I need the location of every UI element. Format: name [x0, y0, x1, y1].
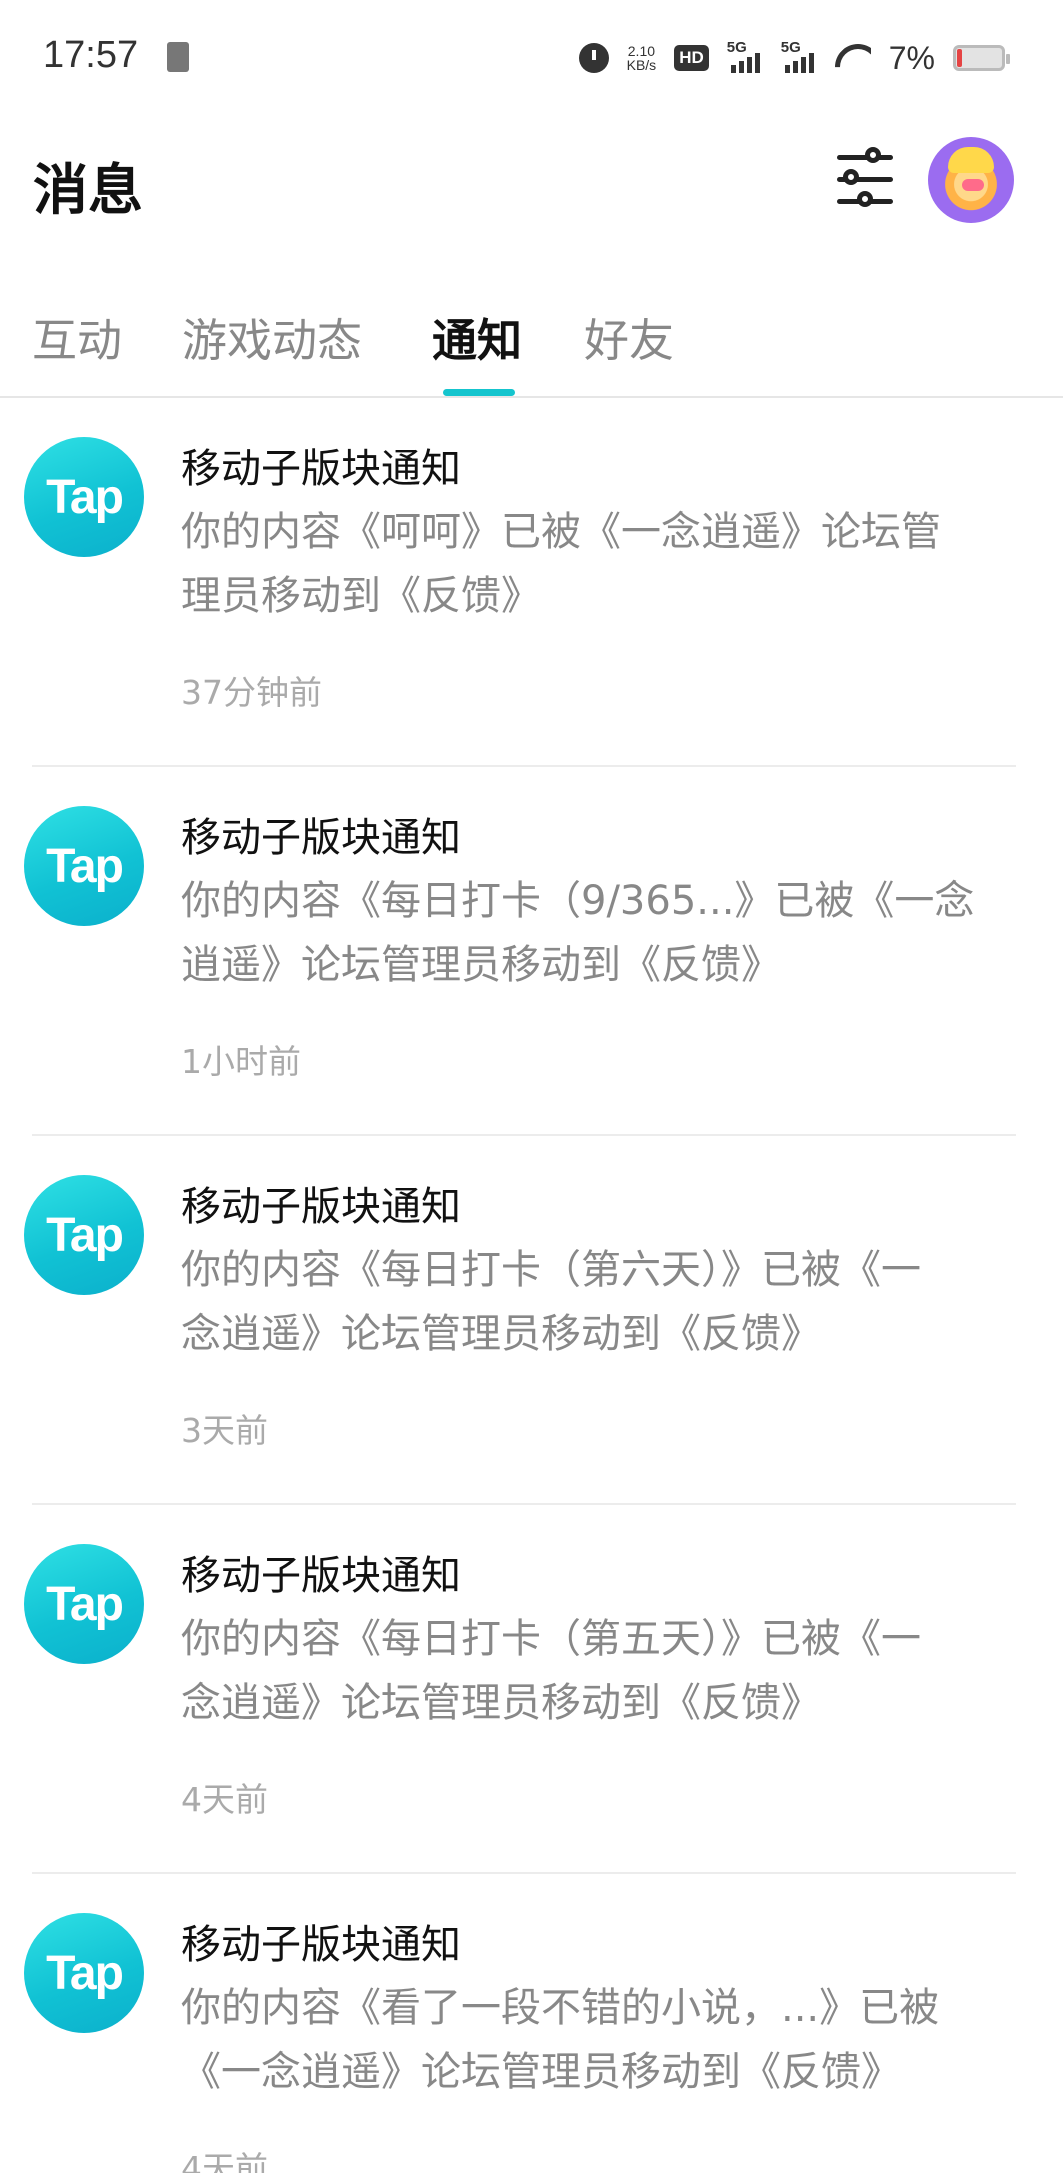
notification-list: Tap 移动子版块通知 你的内容《呵呵》已被《一念逍遥》论坛管 理员移动到《反馈…: [0, 398, 1063, 2173]
battery-percent: 7%: [888, 39, 935, 76]
list-item[interactable]: Tap 移动子版块通知 你的内容《每日打卡（第五天）》已被《一 念逍遥》论坛管理…: [0, 1505, 1063, 1874]
notification-body-line: 你的内容《每日打卡（第五天）》已被《一: [181, 1616, 921, 1662]
list-item[interactable]: Tap 移动子版块通知 你的内容《每日打卡（第六天）》已被《一 念逍遥》论坛管理…: [0, 1136, 1063, 1505]
list-item[interactable]: Tap 移动子版块通知 你的内容《每日打卡（9/365...》已被《一念 逍遥》…: [0, 767, 1063, 1136]
notification-body-line: 你的内容《每日打卡（9/365...》已被《一念: [181, 878, 975, 924]
page-header: 消息: [0, 115, 1063, 245]
logo-text: Tap: [46, 470, 124, 524]
wifi-icon: [835, 44, 871, 72]
tab-interaction[interactable]: 互动: [32, 304, 122, 369]
notification-title: 移动子版块通知: [181, 1922, 461, 1968]
tab-bar: 互动 游戏动态 通知 好友: [0, 290, 1063, 398]
battery-icon: [953, 45, 1010, 71]
logo-text: Tap: [46, 1208, 124, 1262]
status-bar: 17:57 2.10 KB/s HD 5G 5G 7%: [0, 0, 1063, 115]
notification-body-line: 理员移动到《反馈》: [181, 573, 541, 619]
signal-type-label: 5G: [726, 39, 747, 56]
tab-notifications[interactable]: 通知: [432, 304, 522, 369]
notification-time: 4天前: [181, 1780, 268, 1819]
network-speed-unit: KB/s: [626, 57, 657, 73]
notification-time: 4天前: [181, 2149, 268, 2173]
notification-title: 移动子版块通知: [181, 446, 461, 492]
notification-body-line: 《一念逍遥》论坛管理员移动到《反馈》: [181, 2049, 901, 2095]
notification-body: 你的内容《每日打卡（9/365...》已被《一念 逍遥》论坛管理员移动到《反馈》: [181, 869, 1011, 997]
network-speed-value: 2.10: [627, 43, 656, 59]
notification-body-line: 念逍遥》论坛管理员移动到《反馈》: [181, 1311, 821, 1357]
status-icons: 2.10 KB/s HD 5G 5G 7%: [578, 38, 1010, 78]
notification-body-line: 念逍遥》论坛管理员移动到《反馈》: [181, 1680, 821, 1726]
notification-body: 你的内容《每日打卡（第六天）》已被《一 念逍遥》论坛管理员移动到《反馈》: [181, 1238, 1011, 1366]
list-item[interactable]: Tap 移动子版块通知 你的内容《看了一段不错的小说，...》已被 《一念逍遥》…: [0, 1874, 1063, 2173]
notification-time: 37分钟前: [181, 673, 322, 712]
page-title: 消息: [33, 158, 144, 222]
hd-voice-icon: HD: [674, 45, 709, 71]
tap-logo-icon: Tap: [24, 1175, 144, 1295]
logo-text: Tap: [46, 1946, 124, 2000]
notification-body: 你的内容《呵呵》已被《一念逍遥》论坛管 理员移动到《反馈》: [181, 500, 1011, 628]
notification-body-line: 你的内容《呵呵》已被《一念逍遥》论坛管: [181, 509, 941, 555]
tab-friends[interactable]: 好友: [584, 304, 674, 369]
notification-title: 移动子版块通知: [181, 1184, 461, 1230]
active-tab-indicator: [443, 389, 515, 396]
tap-logo-icon: Tap: [24, 437, 144, 557]
tap-logo-icon: Tap: [24, 806, 144, 926]
tap-logo-icon: Tap: [24, 1544, 144, 1664]
sim-card-icon: [167, 42, 189, 72]
alarm-icon: [578, 43, 609, 73]
signal-icon-sim1: 5G: [727, 39, 763, 73]
status-time: 17:57: [43, 34, 139, 76]
user-avatar[interactable]: [928, 137, 1014, 223]
notification-body-line: 你的内容《每日打卡（第六天）》已被《一: [181, 1247, 921, 1293]
notification-title: 移动子版块通知: [181, 1553, 461, 1599]
network-speed: 2.10 KB/s: [627, 44, 657, 72]
signal-icon-sim2: 5G: [781, 39, 817, 73]
logo-text: Tap: [46, 1577, 124, 1631]
notification-title: 移动子版块通知: [181, 815, 461, 861]
notification-body: 你的内容《看了一段不错的小说，...》已被 《一念逍遥》论坛管理员移动到《反馈》: [181, 1976, 1011, 2104]
tab-game-updates[interactable]: 游戏动态: [182, 304, 362, 369]
notification-body: 你的内容《每日打卡（第五天）》已被《一 念逍遥》论坛管理员移动到《反馈》: [181, 1607, 1011, 1735]
notification-time: 1小时前: [181, 1042, 301, 1081]
list-item[interactable]: Tap 移动子版块通知 你的内容《呵呵》已被《一念逍遥》论坛管 理员移动到《反馈…: [0, 398, 1063, 767]
notification-body-line: 逍遥》论坛管理员移动到《反馈》: [181, 942, 781, 988]
tap-logo-icon: Tap: [24, 1913, 144, 2033]
notification-time: 3天前: [181, 1411, 268, 1450]
sliders-icon[interactable]: [833, 147, 897, 211]
signal-type-label: 5G: [780, 39, 801, 56]
logo-text: Tap: [46, 839, 124, 893]
notification-body-line: 你的内容《看了一段不错的小说，...》已被: [181, 1985, 940, 2031]
